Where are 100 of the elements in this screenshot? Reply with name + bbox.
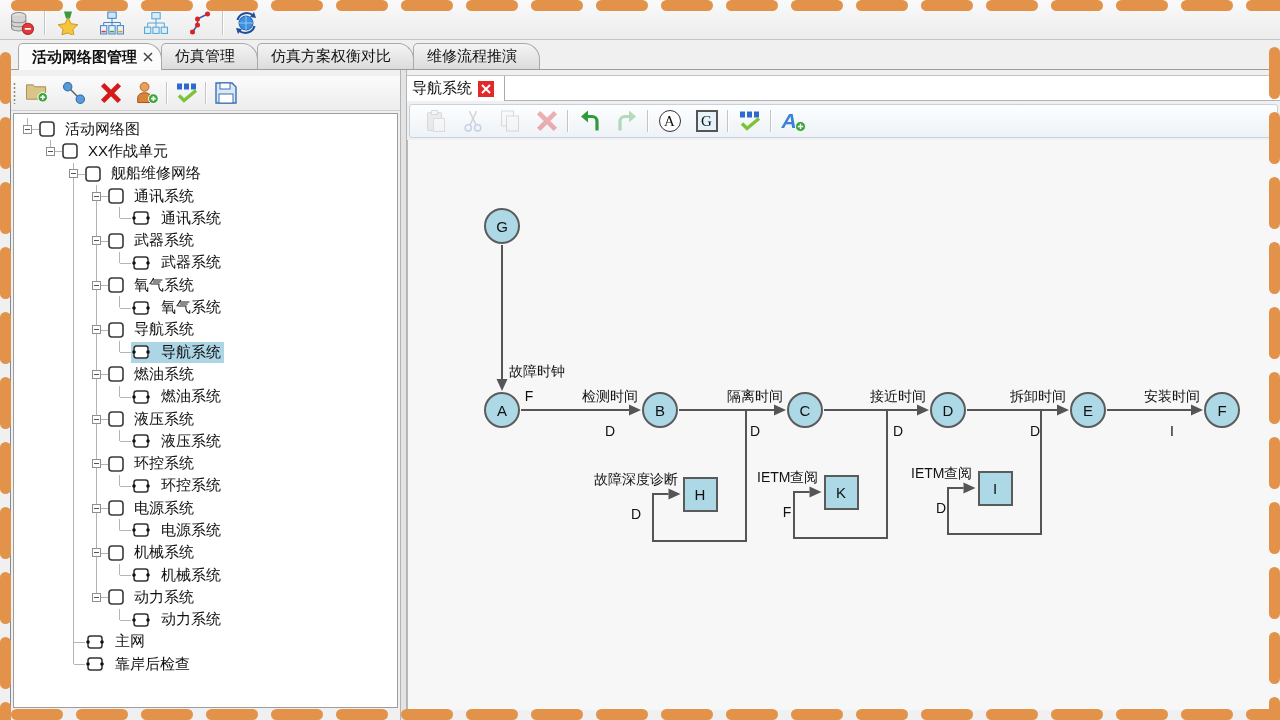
tree-item[interactable]: 燃油系统 bbox=[108, 363, 197, 385]
tree-item[interactable]: 活动网络图 bbox=[39, 118, 143, 140]
tree-item[interactable]: 电源系统 bbox=[131, 520, 224, 541]
event-node: F bbox=[1204, 392, 1240, 428]
delete-icon[interactable] bbox=[99, 82, 122, 104]
link-label: IETM查阅 bbox=[911, 464, 973, 481]
toolbar-grip[interactable] bbox=[13, 82, 16, 104]
square-icon bbox=[108, 589, 124, 606]
spell-check-icon[interactable] bbox=[738, 110, 761, 132]
link-label: 拆卸时间 bbox=[1010, 388, 1066, 404]
event-node: C bbox=[787, 392, 823, 428]
collapse-icon[interactable] bbox=[69, 169, 78, 179]
event-node: E bbox=[1070, 392, 1106, 428]
tree-item[interactable]: 动力系统 bbox=[108, 586, 197, 608]
collapse-icon[interactable] bbox=[92, 459, 101, 469]
tree-item[interactable]: 舰船维修网络 bbox=[85, 163, 204, 185]
block-icon bbox=[131, 254, 151, 271]
tree-item[interactable]: 通讯系统 bbox=[108, 185, 197, 207]
collapse-icon[interactable] bbox=[46, 146, 55, 156]
event-node: A bbox=[484, 392, 520, 428]
collapse-icon[interactable] bbox=[92, 548, 101, 558]
star-medal-icon[interactable] bbox=[56, 11, 80, 35]
tree-item[interactable]: 氧气系统 bbox=[131, 297, 224, 318]
tree-item[interactable]: 机械系统 bbox=[131, 564, 224, 586]
collapse-icon[interactable] bbox=[92, 236, 101, 246]
link-label: 故障时钟 bbox=[509, 363, 565, 379]
activity-node: I bbox=[977, 470, 1013, 506]
save-icon[interactable] bbox=[214, 82, 237, 104]
module-tab[interactable]: 仿真管理 bbox=[161, 43, 258, 69]
computer-network-icon[interactable] bbox=[100, 11, 124, 35]
link-code: D bbox=[1029, 423, 1041, 439]
globe-arrows-icon[interactable] bbox=[234, 11, 258, 35]
collapse-icon[interactable] bbox=[92, 414, 101, 424]
tree-item[interactable]: 靠岸后检查 bbox=[85, 653, 193, 675]
linked-nodes-icon[interactable] bbox=[62, 82, 85, 104]
square-icon bbox=[108, 232, 124, 249]
tree-item[interactable]: 燃油系统 bbox=[131, 386, 224, 408]
link-label: 隔离时间 bbox=[727, 388, 783, 404]
link-code: F bbox=[782, 504, 792, 520]
square-icon bbox=[108, 411, 124, 427]
event-node: D bbox=[930, 392, 966, 428]
boxed-letter-button[interactable]: G bbox=[695, 110, 718, 132]
tree-item[interactable]: 武器系统 bbox=[108, 230, 197, 252]
link-label: 安装时间 bbox=[1144, 388, 1200, 404]
tree-item[interactable]: 液压系统 bbox=[131, 430, 224, 452]
add-letter-button[interactable]: A bbox=[781, 109, 806, 133]
module-tab[interactable]: 活动网络图管理 bbox=[18, 43, 162, 70]
collapse-icon[interactable] bbox=[92, 369, 101, 379]
tree-item[interactable]: 武器系统 bbox=[131, 252, 224, 274]
tree-item[interactable]: 机械系统 bbox=[108, 542, 197, 564]
person-plus-icon[interactable] bbox=[136, 82, 159, 104]
block-icon bbox=[131, 477, 151, 494]
close-icon[interactable] bbox=[478, 80, 494, 97]
collapse-icon[interactable] bbox=[92, 592, 101, 602]
activity-node: H bbox=[682, 476, 718, 512]
square-icon bbox=[108, 321, 124, 338]
collapse-icon[interactable] bbox=[92, 280, 101, 290]
tree-item[interactable]: 动力系统 bbox=[131, 609, 224, 631]
document-tab[interactable]: 导航系统 bbox=[407, 76, 505, 101]
link-code: D bbox=[935, 500, 947, 516]
collapse-icon[interactable] bbox=[23, 124, 32, 134]
link-code: D bbox=[604, 423, 616, 439]
collapse-icon[interactable] bbox=[92, 325, 101, 335]
connected-dots-icon[interactable] bbox=[188, 11, 212, 35]
spell-check-icon[interactable] bbox=[175, 82, 198, 104]
link-code: I bbox=[1170, 423, 1174, 439]
block-icon bbox=[85, 656, 105, 673]
event-node: B bbox=[642, 392, 678, 428]
undo-icon[interactable] bbox=[578, 110, 601, 132]
database-minus-icon[interactable] bbox=[10, 11, 34, 35]
tree-item[interactable]: 电源系统 bbox=[108, 497, 197, 519]
circled-letter-button[interactable]: A bbox=[658, 110, 681, 132]
collapse-icon[interactable] bbox=[92, 191, 101, 201]
tree-item[interactable]: 液压系统 bbox=[108, 408, 197, 430]
link-code: D bbox=[892, 423, 904, 439]
link-label: 接近时间 bbox=[870, 388, 926, 404]
link-code: F bbox=[524, 388, 534, 404]
square-icon bbox=[108, 366, 124, 383]
square-icon bbox=[108, 277, 124, 294]
module-tab[interactable]: 维修流程推演 bbox=[413, 43, 540, 69]
tree-item[interactable]: 导航系统 bbox=[131, 341, 224, 363]
block-icon bbox=[85, 633, 105, 650]
tree-item[interactable]: 主网 bbox=[85, 631, 148, 653]
square-icon bbox=[39, 121, 55, 138]
tree-item[interactable]: XX作战单元 bbox=[62, 140, 171, 162]
tree-item[interactable]: 环控系统 bbox=[108, 453, 197, 475]
activity-node: K bbox=[823, 474, 859, 510]
block-icon bbox=[131, 522, 151, 539]
collapse-icon[interactable] bbox=[92, 503, 101, 513]
square-icon bbox=[62, 143, 78, 160]
close-icon[interactable] bbox=[143, 52, 153, 62]
tree-item[interactable]: 导航系统 bbox=[108, 319, 197, 341]
tree-item[interactable]: 环控系统 bbox=[131, 475, 224, 497]
folder-plus-icon[interactable] bbox=[25, 82, 48, 104]
square-icon bbox=[85, 165, 101, 182]
block-icon bbox=[131, 567, 151, 584]
tree-item[interactable]: 通讯系统 bbox=[131, 207, 224, 229]
module-tab[interactable]: 仿真方案权衡对比 bbox=[257, 43, 414, 69]
tree-item[interactable]: 氧气系统 bbox=[108, 274, 197, 296]
link-label: 检测时间 bbox=[582, 388, 638, 404]
